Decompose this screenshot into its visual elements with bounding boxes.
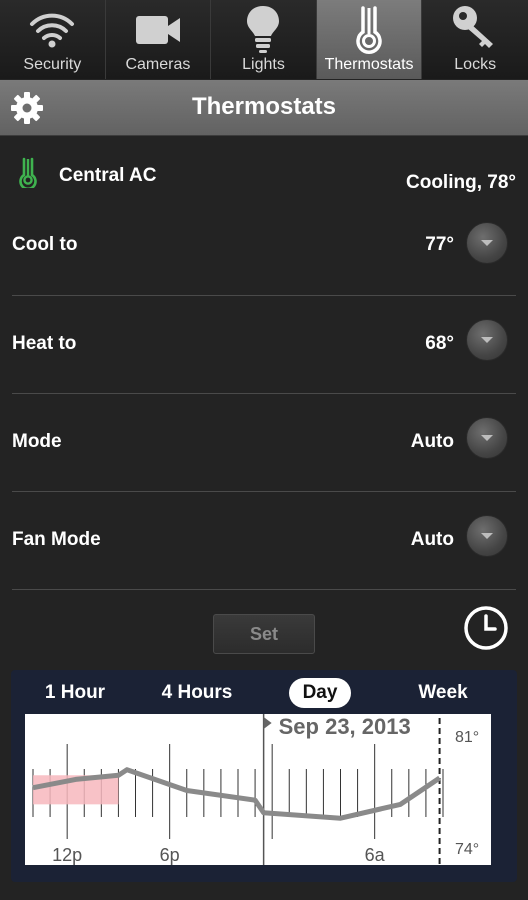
x-tick-label: 6a: [365, 845, 386, 865]
chart-date-label: Sep 23, 2013: [279, 714, 411, 739]
dropdown-button[interactable]: [466, 417, 508, 459]
dropdown-button[interactable]: [466, 515, 508, 557]
setting-label: Fan Mode: [12, 529, 101, 550]
tab-label: Thermostats: [324, 56, 414, 73]
y-min-label: 74°: [455, 841, 479, 858]
tab-locks[interactable]: Locks: [422, 0, 528, 79]
divider: [12, 589, 516, 590]
tab-label: Locks: [454, 56, 497, 73]
tab-lights[interactable]: Lights: [211, 0, 317, 79]
chevron-down-icon: [481, 337, 493, 343]
device-name[interactable]: Central AC: [59, 165, 156, 187]
tab-thermostats[interactable]: Thermostats: [316, 0, 423, 79]
tab-label: Security: [23, 56, 82, 73]
tab-bar: Security Cameras Lights Thermostats Lock…: [0, 0, 528, 79]
range-1-hour[interactable]: 1 Hour: [39, 678, 111, 708]
tab-cameras[interactable]: Cameras: [105, 0, 212, 79]
setting-value: 77°: [425, 234, 454, 255]
range-day[interactable]: Day: [289, 678, 351, 708]
tab-security[interactable]: Security: [0, 0, 106, 79]
tab-label: Lights: [242, 56, 285, 73]
device-status: Cooling, 78°: [406, 172, 516, 193]
temperature-chart[interactable]: Sep 23, 2013 12p 6p 6a 81° 74°: [25, 714, 491, 865]
bulb-icon: [247, 6, 280, 53]
time-range-tabs: 1 Hour 4 Hours Day Week: [11, 670, 517, 712]
chevron-down-icon: [481, 533, 493, 539]
history-chart-panel: 1 Hour 4 Hours Day Week Sep 23, 2013 12p…: [11, 670, 517, 882]
thermometer-icon: [356, 6, 382, 54]
chevron-down-icon: [481, 240, 493, 246]
tab-label: Cameras: [125, 56, 191, 73]
range-week[interactable]: Week: [411, 678, 475, 708]
setting-fan-mode[interactable]: Fan Mode Auto: [12, 491, 516, 589]
clock-icon[interactable]: [462, 604, 510, 652]
setting-cool-to[interactable]: Cool to 77°: [12, 196, 516, 294]
setting-label: Cool to: [12, 234, 78, 255]
page-title: Thermostats: [191, 93, 337, 120]
setting-label: Heat to: [12, 333, 77, 354]
y-max-label: 81°: [455, 729, 479, 746]
header-bar: Thermostats: [0, 80, 528, 136]
date-marker-arrow: [263, 717, 272, 729]
setting-value: Auto: [410, 431, 454, 452]
x-tick-label: 12p: [52, 845, 82, 865]
wifi-icon: [30, 13, 75, 48]
camera-icon: [135, 16, 180, 44]
key-icon: [453, 6, 494, 48]
range-4-hours[interactable]: 4 Hours: [157, 678, 237, 708]
x-tick-label: 6p: [160, 845, 180, 865]
thermometer-icon: [19, 157, 37, 188]
setting-heat-to[interactable]: Heat to 68°: [12, 295, 516, 393]
temperature-chart-svg: Sep 23, 2013 12p 6p 6a 81° 74°: [32, 714, 479, 865]
setting-label: Mode: [12, 431, 62, 452]
chevron-down-icon: [481, 435, 493, 441]
setting-mode[interactable]: Mode Auto: [12, 393, 516, 491]
dropdown-button[interactable]: [466, 319, 508, 361]
setting-value: 68°: [425, 333, 454, 354]
set-button[interactable]: Set: [213, 614, 315, 654]
dropdown-button[interactable]: [466, 222, 508, 264]
setting-value: Auto: [410, 529, 454, 550]
